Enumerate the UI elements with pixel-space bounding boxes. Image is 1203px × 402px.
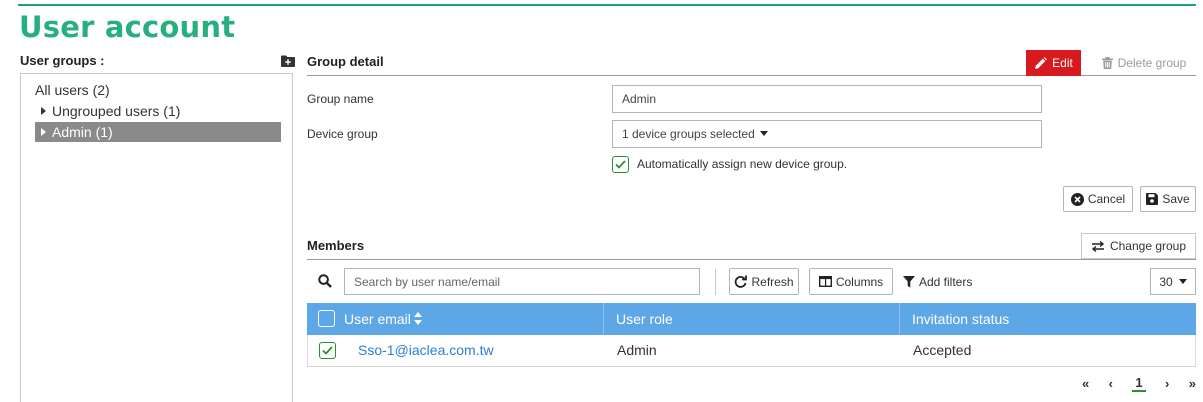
save-button[interactable]: Save (1140, 186, 1196, 212)
caret-right-icon[interactable] (41, 107, 46, 115)
sort-icon[interactable] (413, 312, 422, 325)
first-page-button[interactable]: « (1082, 376, 1089, 391)
members-table-header: User email User role Invitation status (307, 303, 1196, 335)
delete-group-button[interactable]: Delete group (1090, 50, 1198, 76)
filter-icon (903, 275, 915, 287)
group-detail-title: Group detail (307, 54, 384, 69)
user-groups-header: User groups : (20, 53, 295, 71)
next-page-button[interactable]: › (1165, 376, 1169, 391)
tree-item-label: Admin (1) (52, 124, 113, 140)
check-icon (322, 346, 333, 355)
refresh-label: Refresh (751, 274, 794, 289)
edit-label: Edit (1052, 56, 1073, 70)
check-icon (615, 159, 626, 169)
page-size-value: 30 (1159, 274, 1173, 289)
members-title: Members (307, 238, 365, 253)
user-email-link[interactable]: Sso-1@iaclea.com.tw (358, 335, 494, 366)
device-group-value: 1 device groups selected (622, 127, 755, 141)
user-role-cell: Admin (617, 342, 657, 358)
columns-button[interactable]: Columns (809, 268, 893, 295)
exchange-icon (1091, 240, 1105, 252)
pagination: « ‹ 1 › » (1082, 373, 1196, 393)
columns-icon (818, 276, 832, 287)
members-divider (307, 259, 1196, 260)
edit-button[interactable]: Edit (1026, 50, 1081, 76)
caret-right-icon[interactable] (41, 128, 46, 136)
folder-plus-icon[interactable] (281, 55, 295, 67)
add-filters-label: Add filters (919, 274, 973, 289)
floppy-disk-icon (1146, 193, 1159, 205)
cancel-label: Cancel (1087, 192, 1126, 206)
auto-assign-label: Automatically assign new device group. (637, 157, 848, 171)
tree-item-admin[interactable]: Admin (1) (35, 122, 281, 142)
change-group-button[interactable]: Change group (1081, 233, 1196, 259)
save-label: Save (1162, 192, 1190, 206)
caret-down-icon (759, 131, 768, 136)
pencil-icon (1035, 56, 1048, 69)
change-group-label: Change group (1109, 239, 1187, 253)
device-group-select[interactable]: 1 device groups selected (612, 120, 1042, 148)
column-divider (603, 303, 604, 335)
auto-assign-checkbox[interactable] (612, 155, 629, 173)
table-row[interactable]: Sso-1@iaclea.com.tw Admin Accepted (307, 335, 1196, 367)
trash-icon (1101, 57, 1113, 69)
auto-assign-option[interactable]: Automatically assign new device group. (612, 154, 847, 174)
tree-item-all-users[interactable]: All users (2) (35, 82, 110, 98)
column-header-label: User email (344, 311, 411, 327)
column-user-role: User role (616, 311, 673, 327)
page-title: User account (19, 10, 236, 44)
refresh-button[interactable]: Refresh (729, 268, 799, 295)
tree-item-ungrouped[interactable]: Ungrouped users (1) (35, 101, 281, 121)
group-name-label: Group name (307, 92, 374, 106)
prev-page-button[interactable]: ‹ (1109, 376, 1113, 391)
times-circle-icon (1070, 192, 1084, 206)
row-checkbox[interactable] (319, 342, 336, 359)
refresh-icon (735, 275, 748, 288)
current-page[interactable]: 1 (1132, 375, 1146, 392)
toolbar-separator (715, 269, 716, 295)
group-name-field[interactable]: Admin (612, 85, 1042, 113)
last-page-button[interactable]: » (1189, 376, 1196, 391)
column-invitation-status: Invitation status (912, 311, 1010, 327)
tree-item-label: Ungrouped users (1) (52, 103, 181, 119)
cancel-button[interactable]: Cancel (1063, 186, 1133, 212)
column-user-email[interactable]: User email (344, 303, 422, 335)
caret-down-icon (1178, 279, 1187, 284)
delete-group-label: Delete group (1117, 56, 1187, 70)
top-divider (18, 4, 1196, 6)
search-input[interactable] (344, 268, 700, 295)
invitation-status-cell: Accepted (913, 342, 972, 358)
column-divider (899, 303, 900, 335)
user-groups-panel: All users (2) Ungrouped users (1) Admin … (20, 73, 293, 402)
page-size-select[interactable]: 30 (1150, 268, 1196, 295)
columns-label: Columns (835, 274, 884, 289)
device-group-label: Device group (307, 127, 378, 141)
add-filters-button[interactable]: Add filters (903, 268, 972, 295)
search-icon (318, 274, 332, 288)
select-all-checkbox[interactable] (318, 310, 335, 327)
user-groups-label: User groups : (20, 53, 105, 68)
